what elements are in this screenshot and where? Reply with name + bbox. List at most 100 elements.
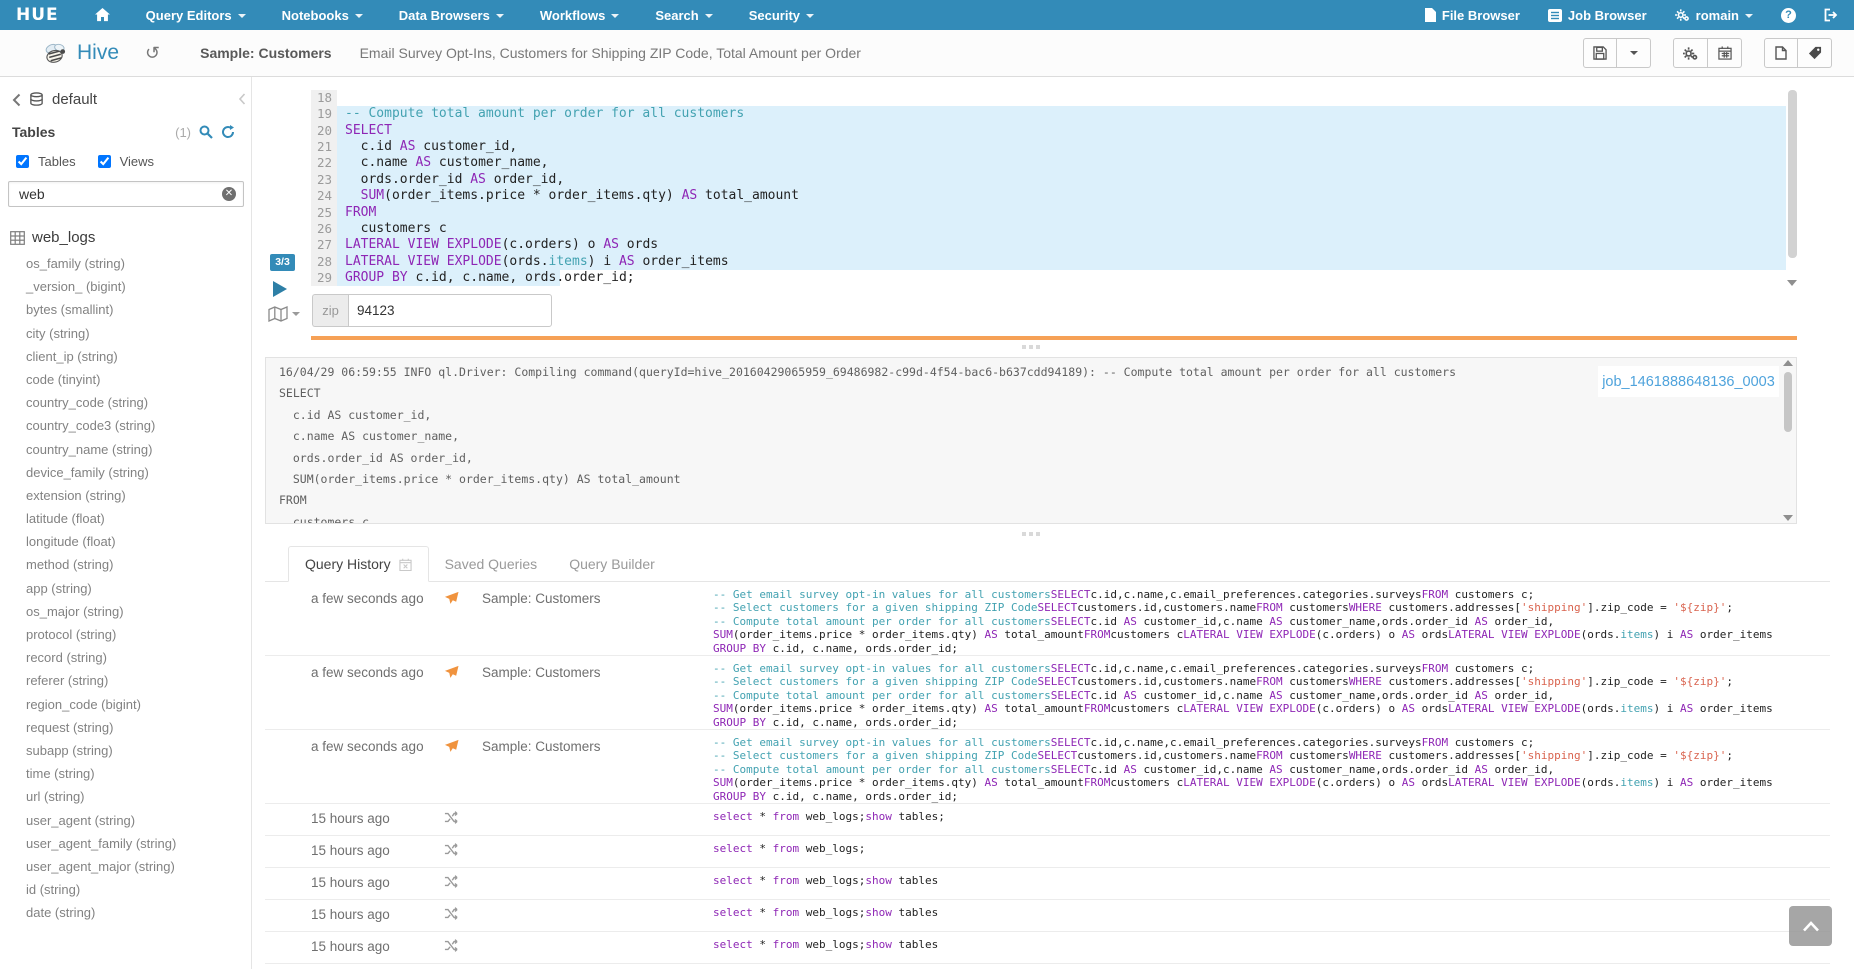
variable-input[interactable] xyxy=(348,294,552,327)
scroll-up-icon[interactable] xyxy=(1783,360,1793,366)
table-item-web-logs[interactable]: web_logs xyxy=(0,207,251,246)
column-item[interactable]: bytes (smallint) xyxy=(0,298,251,321)
history-row[interactable]: 15 hours ago select * from web_logs;show… xyxy=(265,932,1830,964)
save-button[interactable] xyxy=(1583,38,1617,68)
column-item[interactable]: user_agent_family (string) xyxy=(0,832,251,855)
column-item[interactable]: subapp (string) xyxy=(0,739,251,762)
history-row[interactable]: 15 hours ago select * from web_logs;show… xyxy=(265,868,1830,900)
column-item[interactable]: os_major (string) xyxy=(0,600,251,623)
tables-checkbox[interactable] xyxy=(16,155,29,168)
history-row[interactable]: a few seconds ago Sample: Customers-- Ge… xyxy=(265,730,1830,804)
clear-history-icon[interactable] xyxy=(399,558,412,571)
column-item[interactable]: country_code (string) xyxy=(0,391,251,414)
history-resize-handle[interactable] xyxy=(1022,532,1040,536)
search-icon[interactable] xyxy=(199,125,213,139)
refresh-icon[interactable] xyxy=(221,125,235,139)
column-item[interactable]: app (string) xyxy=(0,577,251,600)
column-item[interactable]: city (string) xyxy=(0,322,251,345)
logout-icon[interactable] xyxy=(1824,8,1838,22)
table-search-input[interactable] xyxy=(8,181,244,207)
line-number: 28 xyxy=(311,254,337,270)
log-scrollbar[interactable] xyxy=(1781,360,1795,521)
chevron-down-icon xyxy=(1630,51,1638,55)
tab-saved-queries[interactable]: Saved Queries xyxy=(429,547,554,581)
column-item[interactable]: time (string) xyxy=(0,762,251,785)
tab-query-history[interactable]: Query History xyxy=(288,546,429,582)
menu-data-browsers[interactable]: Data Browsers xyxy=(399,8,504,23)
editor-header: Hive ↺ Sample: Customers Email Survey Op… xyxy=(0,30,1854,77)
job-link[interactable]: job_1461888648136_0003 xyxy=(1602,374,1775,390)
menu-workflows[interactable]: Workflows xyxy=(540,8,620,23)
column-item[interactable]: method (string) xyxy=(0,553,251,576)
query-title[interactable]: Sample: Customers xyxy=(200,45,331,61)
menu-security[interactable]: Security xyxy=(749,8,814,23)
editor-scrollbar[interactable] xyxy=(1786,90,1799,286)
schedule-button[interactable] xyxy=(1708,38,1742,68)
column-item[interactable]: date (string) xyxy=(0,901,251,924)
help-icon[interactable]: ? xyxy=(1781,8,1796,23)
menu-notebooks[interactable]: Notebooks xyxy=(282,8,363,23)
column-item[interactable]: os_family (string) xyxy=(0,252,251,275)
home-icon[interactable] xyxy=(95,8,110,22)
hue-logo[interactable]: HUE xyxy=(16,5,59,25)
chevron-down-icon xyxy=(496,14,504,18)
file-browser-link[interactable]: File Browser xyxy=(1425,8,1520,23)
column-item[interactable]: extension (string) xyxy=(0,484,251,507)
tab-label: Saved Queries xyxy=(445,556,538,572)
column-item[interactable]: referer (string) xyxy=(0,669,251,692)
line-number: 26 xyxy=(311,221,337,237)
scrollbar-thumb[interactable] xyxy=(1788,90,1797,258)
column-item[interactable]: user_agent_major (string) xyxy=(0,855,251,878)
column-item[interactable]: country_code3 (string) xyxy=(0,414,251,437)
column-item[interactable]: user_agent (string) xyxy=(0,809,251,832)
tables-checkbox-label: Tables xyxy=(38,154,76,169)
column-item[interactable]: latitude (float) xyxy=(0,507,251,530)
clear-search-icon[interactable]: ✕ xyxy=(222,187,236,201)
column-item[interactable]: country_name (string) xyxy=(0,438,251,461)
code-line: c.id AS customer_id, xyxy=(345,139,799,155)
column-item[interactable]: code (tinyint) xyxy=(0,368,251,391)
code-line: c.name AS customer_name, xyxy=(345,155,799,171)
new-document-icon xyxy=(1775,46,1787,60)
column-item[interactable]: request (string) xyxy=(0,716,251,739)
top-navbar: HUE Query Editors Notebooks Data Browser… xyxy=(0,0,1854,30)
column-item[interactable]: device_family (string) xyxy=(0,461,251,484)
views-checkbox[interactable] xyxy=(98,155,111,168)
history-row[interactable]: a few seconds ago Sample: Customers-- Ge… xyxy=(265,582,1830,656)
tags-button[interactable] xyxy=(1798,38,1832,68)
scroll-down-icon[interactable] xyxy=(1787,280,1797,286)
history-row[interactable]: 15 hours ago select * from web_logs; xyxy=(265,836,1830,868)
history-row[interactable]: a few seconds ago Sample: Customers-- Ge… xyxy=(265,656,1830,730)
menu-search[interactable]: Search xyxy=(655,8,712,23)
history-type-icon xyxy=(444,907,458,920)
tab-query-builder[interactable]: Query Builder xyxy=(553,547,671,581)
scroll-down-icon[interactable] xyxy=(1783,515,1793,521)
history-row[interactable]: 15 hours ago select * from web_logs;show… xyxy=(265,900,1830,932)
settings-button[interactable] xyxy=(1673,38,1708,68)
document-button-group xyxy=(1764,38,1832,68)
column-item[interactable]: longitude (float) xyxy=(0,530,251,553)
column-item[interactable]: record (string) xyxy=(0,646,251,669)
column-item[interactable]: id (string) xyxy=(0,878,251,901)
column-item[interactable]: _version_ (bigint) xyxy=(0,275,251,298)
chevron-left-icon[interactable] xyxy=(12,93,21,107)
execute-button[interactable] xyxy=(273,281,287,297)
sidebar-collapse-icon[interactable] xyxy=(238,93,246,105)
functions-map-button[interactable] xyxy=(268,306,300,322)
column-item[interactable]: protocol (string) xyxy=(0,623,251,646)
history-row[interactable]: 15 hours ago select * from web_logs;show… xyxy=(265,804,1830,836)
log-resize-handle[interactable] xyxy=(1022,345,1040,349)
save-options-button[interactable] xyxy=(1617,38,1651,68)
column-item[interactable]: region_code (bigint) xyxy=(0,693,251,716)
history-icon[interactable]: ↺ xyxy=(145,43,160,64)
database-name[interactable]: default xyxy=(52,91,97,108)
column-item[interactable]: client_ip (string) xyxy=(0,345,251,368)
scrollbar-thumb[interactable] xyxy=(1784,372,1792,432)
new-query-button[interactable] xyxy=(1764,38,1798,68)
job-browser-link[interactable]: Job Browser xyxy=(1548,8,1647,23)
scroll-to-top-button[interactable] xyxy=(1789,906,1832,946)
log-line: ords.order_id AS order_id, xyxy=(266,448,1796,469)
user-menu[interactable]: romain xyxy=(1675,8,1753,23)
menu-query-editors[interactable]: Query Editors xyxy=(146,8,246,23)
column-item[interactable]: url (string) xyxy=(0,785,251,808)
